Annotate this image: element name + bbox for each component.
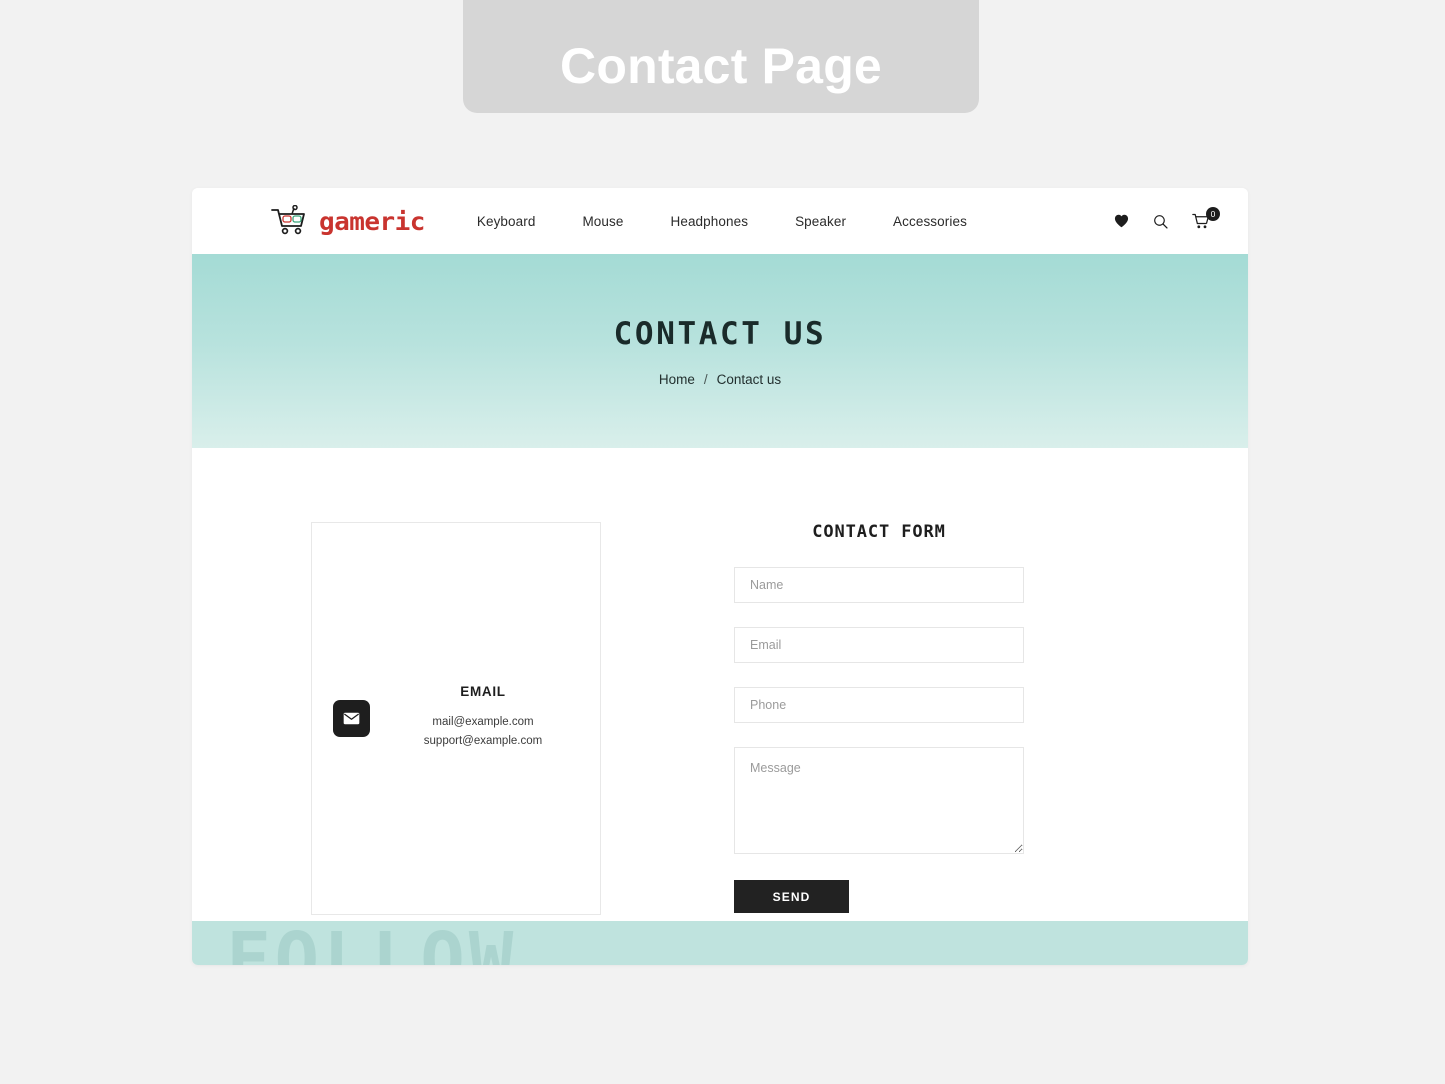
contact-form-title: CONTACT FORM [812,522,946,542]
nav-item-keyboard[interactable]: Keyboard [477,214,536,229]
contact-info-title: EMAIL [460,683,506,699]
send-button[interactable]: SEND [734,880,849,913]
page-title: CONTACT US [613,315,827,352]
contact-info-column: EMAIL mail@example.com support@example.c… [192,522,720,921]
nav-item-speaker[interactable]: Speaker [795,214,846,229]
contact-info-card: EMAIL mail@example.com support@example.c… [311,522,601,915]
page-label-text: Contact Page [560,38,882,94]
contact-form-column: CONTACT FORM SEND [720,522,1248,921]
breadcrumb-separator: / [703,371,708,387]
envelope-glyph-icon [343,712,360,725]
website-mock: gameric Keyboard Mouse Headphones Speake… [192,188,1248,965]
nav-item-mouse[interactable]: Mouse [582,214,623,229]
page-label-banner: Contact Page [463,0,979,113]
phone-input[interactable] [734,687,1024,723]
search-button[interactable] [1153,214,1168,229]
breadcrumb: Home / Contact us [659,372,781,387]
contact-info-body: EMAIL mail@example.com support@example.c… [384,684,600,754]
search-icon [1154,214,1168,229]
contact-info-email-1[interactable]: mail@example.com [384,716,582,728]
envelope-icon [333,700,370,737]
brand-name: gameric [319,206,425,236]
contact-info-email-2[interactable]: support@example.com [384,735,582,747]
breadcrumb-home[interactable]: Home [659,372,695,387]
footer-ghost-text: FOLLOW [226,921,518,965]
site-header: gameric Keyboard Mouse Headphones Speake… [192,188,1248,254]
header-icon-group: 0 [1114,207,1220,229]
nav-item-headphones[interactable]: Headphones [670,214,748,229]
brand-logo[interactable]: gameric [270,205,425,237]
name-input[interactable] [734,567,1024,603]
message-textarea[interactable] [734,747,1024,854]
nav-item-accessories[interactable]: Accessories [893,214,967,229]
contact-form: CONTACT FORM SEND [734,522,1024,913]
heart-icon [1114,214,1129,228]
footer-strip: FOLLOW [192,921,1248,965]
main-navigation: Keyboard Mouse Headphones Speaker Access… [477,214,967,229]
cart-button[interactable]: 0 [1192,207,1220,229]
cart-count-badge: 0 [1206,207,1220,221]
wishlist-button[interactable] [1114,214,1129,228]
email-input[interactable] [734,627,1024,663]
shopping-cart-gamepad-logo-icon [271,205,305,235]
hero-banner: CONTACT US Home / Contact us [192,254,1248,448]
breadcrumb-current: Contact us [716,371,782,387]
contact-content: EMAIL mail@example.com support@example.c… [192,448,1248,921]
